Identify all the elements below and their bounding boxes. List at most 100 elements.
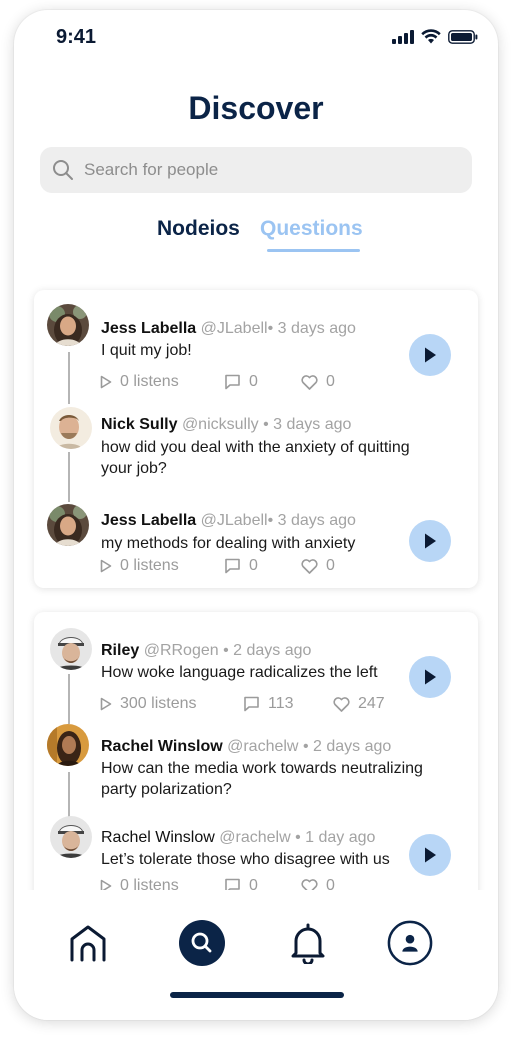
- wifi-icon: [421, 29, 441, 44]
- active-tab-indicator: [267, 249, 360, 252]
- post-time: • 3 days ago: [263, 416, 352, 433]
- post-header: Jess Labella @JLabell• 3 days ago: [101, 320, 356, 338]
- status-time: 9:41: [56, 26, 97, 48]
- thread-connector: [68, 772, 70, 822]
- nav-home[interactable]: [65, 920, 111, 966]
- comments-count: 0: [249, 557, 258, 574]
- likes-count: 0: [326, 557, 335, 574]
- tab-nodeios[interactable]: Nodeios: [157, 217, 240, 241]
- post-time: • 3 days ago: [267, 512, 356, 529]
- thread-connector: [68, 452, 70, 502]
- avatar[interactable]: [47, 304, 89, 346]
- bell-icon: [291, 923, 325, 964]
- post-time: • 2 days ago: [223, 642, 312, 659]
- play-outline-icon: [100, 375, 112, 389]
- avatar[interactable]: [47, 504, 89, 546]
- comment-icon: [244, 696, 259, 712]
- play-icon: [425, 533, 436, 549]
- nav-notifications[interactable]: [285, 920, 331, 966]
- thread-connector: [68, 674, 70, 724]
- thread-card[interactable]: Riley @RRogen • 2 days ago How woke lang…: [34, 612, 478, 912]
- battery-icon: [448, 29, 478, 44]
- listens-stat[interactable]: 300 listens: [100, 695, 197, 713]
- post-text: How woke language radicalizes the left: [101, 664, 378, 681]
- post-time: • 1 day ago: [295, 829, 376, 846]
- play-button[interactable]: [409, 334, 451, 376]
- thread-connector: [68, 352, 70, 404]
- profile-icon: [387, 920, 433, 966]
- comments-count: 0: [249, 373, 258, 390]
- likes-count: 247: [358, 695, 385, 712]
- comment-icon: [225, 374, 240, 390]
- play-icon: [425, 669, 436, 685]
- avatar[interactable]: [50, 407, 92, 449]
- post-text: I quit my job!: [101, 342, 192, 359]
- author-name[interactable]: Rachel Winslow: [101, 738, 223, 755]
- post-time: • 3 days ago: [267, 320, 356, 337]
- author-name[interactable]: Riley: [101, 642, 139, 659]
- comments-count: 113: [268, 695, 294, 712]
- listens-count: 300 listens: [120, 695, 197, 712]
- status-icons: [392, 29, 478, 44]
- likes-count: 0: [326, 373, 335, 390]
- search-icon: [53, 160, 73, 180]
- author-handle[interactable]: @JLabell: [201, 512, 268, 529]
- search-icon: [179, 920, 225, 966]
- post-header: Jess Labella @JLabell• 3 days ago: [101, 512, 356, 530]
- play-button[interactable]: [409, 656, 451, 698]
- post-text: how did you deal with the anxiety of qui…: [101, 439, 410, 477]
- likes-stat[interactable]: 247: [333, 695, 385, 713]
- author-handle[interactable]: @RRogen: [144, 642, 219, 659]
- search-bar[interactable]: [40, 147, 472, 193]
- play-button[interactable]: [409, 520, 451, 562]
- avatar[interactable]: [50, 816, 92, 858]
- post-header: Nick Sully @nicksully • 3 days ago: [101, 416, 351, 434]
- likes-stat[interactable]: 0: [301, 557, 335, 575]
- search-input[interactable]: [82, 159, 446, 181]
- tab-questions[interactable]: Questions: [260, 217, 363, 241]
- nav-search[interactable]: [179, 920, 225, 966]
- play-icon: [425, 347, 436, 363]
- post-text: How can the media work towards neutraliz…: [101, 760, 423, 798]
- comment-icon: [225, 558, 240, 574]
- play-outline-icon: [100, 559, 112, 573]
- phone-frame: 9:41 Discover Nodeios Questions: [14, 10, 498, 1020]
- author-handle[interactable]: @rachelw: [227, 738, 298, 755]
- thread-card[interactable]: Jess Labella @JLabell• 3 days ago I quit…: [34, 290, 478, 588]
- home-icon: [70, 925, 106, 962]
- home-indicator: [170, 992, 344, 998]
- play-outline-icon: [100, 697, 112, 711]
- avatar[interactable]: [50, 628, 92, 670]
- author-name[interactable]: Jess Labella: [101, 320, 196, 337]
- page-title: Discover: [188, 90, 324, 126]
- listens-count: 0 listens: [120, 557, 179, 574]
- play-icon: [425, 847, 436, 863]
- post-text: my methods for dealing with anxiety: [101, 535, 356, 552]
- comments-stat[interactable]: 0: [224, 557, 258, 575]
- listens-count: 0 listens: [120, 373, 179, 390]
- author-name[interactable]: Nick Sully: [101, 416, 177, 433]
- author-handle[interactable]: @nicksully: [182, 416, 259, 433]
- post-text: Let’s tolerate those who disagree with u…: [101, 851, 390, 868]
- author-name[interactable]: Jess Labella: [101, 512, 196, 529]
- comments-stat[interactable]: 0: [224, 373, 258, 391]
- bottom-nav: [14, 890, 498, 1020]
- play-button[interactable]: [409, 834, 451, 876]
- post-header: Riley @RRogen • 2 days ago: [101, 642, 311, 660]
- post-time: • 2 days ago: [302, 738, 392, 755]
- heart-icon: [301, 558, 318, 574]
- post-header: Rachel Winslow @rachelw • 1 day ago: [101, 829, 375, 847]
- nav-profile[interactable]: [387, 920, 433, 966]
- post-header: Rachel Winslow @rachelw • 2 days ago: [101, 738, 391, 756]
- author-name[interactable]: Rachel Winslow: [101, 829, 215, 846]
- author-handle[interactable]: @rachelw: [219, 829, 290, 846]
- likes-stat[interactable]: 0: [301, 373, 335, 391]
- heart-icon: [333, 696, 350, 712]
- listens-stat[interactable]: 0 listens: [100, 557, 179, 575]
- avatar[interactable]: [47, 724, 89, 766]
- comments-stat[interactable]: 113: [243, 695, 294, 713]
- heart-icon: [301, 374, 318, 390]
- listens-stat[interactable]: 0 listens: [100, 373, 179, 391]
- cellular-signal-icon: [392, 29, 414, 44]
- author-handle[interactable]: @JLabell: [201, 320, 268, 337]
